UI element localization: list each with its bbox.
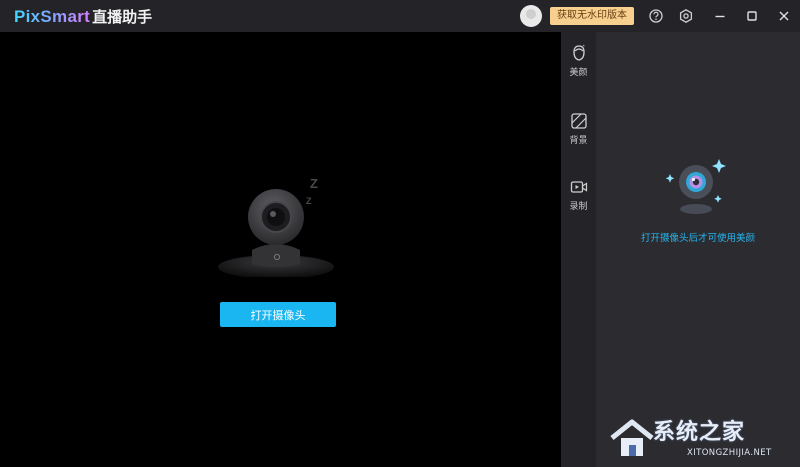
maximize-button[interactable]	[736, 0, 768, 32]
house-logo-icon	[610, 419, 654, 456]
brand-subtitle: 直播助手	[92, 7, 153, 26]
camera-sparkle-icon	[665, 157, 730, 219]
toolbar-item-record[interactable]: 录制	[561, 178, 596, 212]
site-watermark: 系统之家 XITONGZHIJIA.NET	[607, 410, 800, 467]
sleep-z-small: Z	[306, 196, 312, 206]
watermark-url: XITONGZHIJIA.NET	[687, 448, 772, 458]
toolbar-label-background: 背景	[569, 136, 588, 146]
toolbar-item-beauty[interactable]: 美颜	[561, 44, 596, 78]
settings-gear-icon[interactable]	[674, 4, 698, 28]
toolbar-item-background[interactable]: 背景	[561, 112, 596, 146]
watermark-text: 系统之家	[653, 420, 746, 445]
video-preview-area: Z Z 打开摄像头	[0, 32, 561, 467]
record-video-icon	[570, 181, 587, 193]
brand-name: PixSmart	[14, 6, 91, 26]
face-beauty-icon	[572, 44, 585, 61]
beauty-unavailable-hint: 打开摄像头后才可使用美颜	[640, 233, 755, 244]
help-icon[interactable]	[644, 4, 668, 28]
background-icon	[570, 113, 587, 129]
get-watermark-free-button[interactable]: 获取无水印版本	[550, 7, 634, 25]
title-bar: PixSmart 直播助手 获取无水印版本	[0, 0, 800, 32]
sleep-z-large: Z	[310, 176, 318, 191]
minimize-button[interactable]	[704, 0, 736, 32]
open-camera-button[interactable]: 打开摄像头	[220, 302, 336, 327]
toolbar-label-beauty: 美颜	[569, 68, 588, 78]
sleeping-webcam-icon: Z Z	[218, 142, 338, 279]
user-avatar[interactable]	[520, 5, 542, 27]
close-button[interactable]	[768, 0, 800, 32]
feature-toolbar: 美颜 背景 录制	[561, 32, 596, 467]
beauty-settings-panel: 打开摄像头后才可使用美颜	[596, 32, 800, 467]
app-brand: PixSmart 直播助手	[14, 6, 152, 27]
toolbar-label-record: 录制	[569, 202, 588, 212]
